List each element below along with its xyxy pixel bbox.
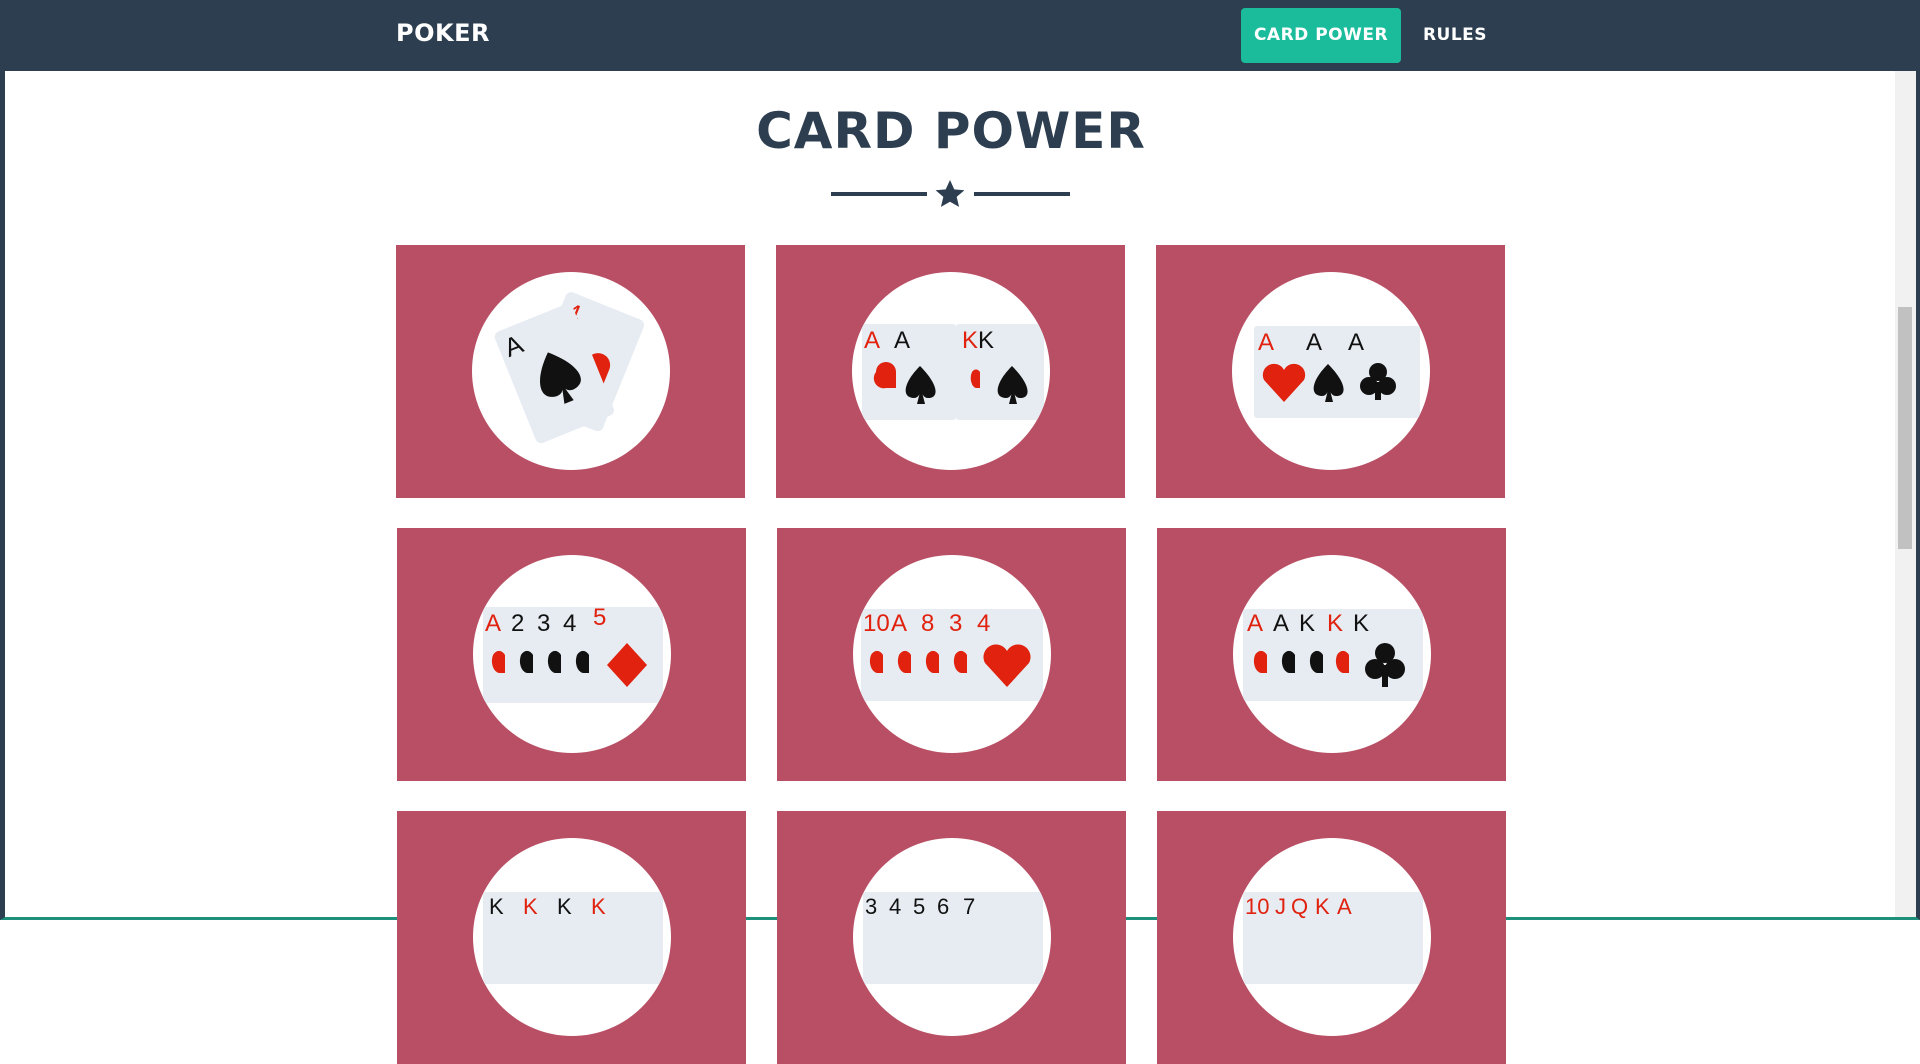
tile-circle: 4 A bbox=[472, 272, 670, 470]
nav-rules[interactable]: RULES bbox=[1413, 8, 1497, 63]
flush-cards-icon: 10 A 8 3 4 bbox=[861, 609, 1043, 701]
card-label: 5 bbox=[593, 604, 606, 631]
card-label: A bbox=[1306, 329, 1322, 356]
card-label: 5 bbox=[913, 894, 925, 919]
card-label: K bbox=[1315, 894, 1330, 919]
card-label: K bbox=[1299, 610, 1315, 637]
card-label: A bbox=[485, 610, 501, 637]
card-label: A bbox=[891, 610, 907, 637]
card-label: 3 bbox=[537, 610, 550, 637]
two-pair-cards-icon: A A K K bbox=[862, 324, 1044, 420]
card-label: K bbox=[591, 894, 606, 919]
card-label: K bbox=[978, 327, 994, 354]
card-label: 4 bbox=[889, 894, 901, 919]
card-label: K bbox=[489, 894, 504, 919]
card-label: A bbox=[1348, 329, 1364, 356]
card-label: J bbox=[1275, 894, 1286, 919]
card-label: K bbox=[523, 894, 538, 919]
tile-straight-flush[interactable]: 3 4 5 6 7 bbox=[777, 811, 1126, 1064]
card-label: A bbox=[1258, 329, 1274, 356]
card-label: A bbox=[1247, 610, 1263, 637]
tile-circle: A A K K bbox=[852, 272, 1050, 470]
card-label: 2 bbox=[511, 610, 524, 637]
divider-line-right bbox=[974, 192, 1070, 196]
card-label: A bbox=[1273, 610, 1289, 637]
card-label: 10 bbox=[1245, 894, 1269, 919]
tile-flush[interactable]: 10 A 8 3 4 bbox=[777, 528, 1126, 781]
tile-four-of-a-kind[interactable]: K K K K bbox=[397, 811, 746, 1064]
card-label: K bbox=[557, 894, 572, 919]
card-label: 4 bbox=[977, 610, 990, 637]
pair-cards-icon: 4 A bbox=[494, 292, 645, 444]
card-label: K bbox=[1353, 610, 1369, 637]
tile-circle: K K K K bbox=[473, 838, 671, 1036]
tile-circle: 10 A 8 3 4 bbox=[853, 555, 1051, 753]
card-label: 3 bbox=[949, 610, 962, 637]
navbar: POKER CARD POWER RULES bbox=[0, 0, 1920, 71]
star-icon bbox=[935, 180, 965, 207]
three-of-a-kind-cards-icon: A A A bbox=[1254, 326, 1420, 418]
card-label: A bbox=[1337, 894, 1352, 919]
tile-circle: A A A bbox=[1232, 272, 1430, 470]
tile-straight[interactable]: A 2 3 4 5 bbox=[397, 528, 746, 781]
tile-two-pair[interactable]: A A K K bbox=[776, 245, 1125, 498]
tile-circle: 3 4 5 6 7 bbox=[853, 838, 1051, 1036]
four-of-a-kind-cards-icon: K K K K bbox=[483, 892, 663, 984]
card-label: 10 bbox=[863, 610, 890, 637]
card-label: K bbox=[1327, 610, 1343, 637]
tile-circle: A A K K K bbox=[1233, 555, 1431, 753]
card-label: K bbox=[962, 327, 978, 354]
section-title: CARD POWER bbox=[756, 102, 1146, 160]
card-label: 8 bbox=[921, 610, 934, 637]
tile-royal-flush[interactable]: 10 J Q K A bbox=[1157, 811, 1506, 1064]
divider-line-left bbox=[831, 192, 927, 196]
tile-circle: A 2 3 4 5 bbox=[473, 555, 671, 753]
card-label: 3 bbox=[865, 894, 877, 919]
straight-cards-icon: A 2 3 4 5 bbox=[483, 604, 663, 703]
card-label: 6 bbox=[937, 894, 949, 919]
nav-card-power[interactable]: CARD POWER bbox=[1241, 8, 1401, 63]
card-label: Q bbox=[1291, 894, 1308, 919]
card-label: A bbox=[864, 327, 880, 354]
tile-three-of-a-kind[interactable]: A A A bbox=[1156, 245, 1505, 498]
tile-circle: 10 J Q K A bbox=[1233, 838, 1431, 1036]
scrollbar-thumb[interactable] bbox=[1898, 307, 1912, 549]
card-label: 4 bbox=[563, 610, 576, 637]
card-label: A bbox=[894, 327, 910, 354]
tile-pair[interactable]: 4 A bbox=[396, 245, 745, 498]
full-house-cards-icon: A A K K K bbox=[1243, 609, 1423, 701]
brand-logo[interactable]: POKER bbox=[396, 19, 490, 47]
straight-flush-cards-icon: 3 4 5 6 7 bbox=[863, 892, 1043, 984]
card-label: 7 bbox=[963, 894, 975, 919]
tile-full-house[interactable]: A A K K K bbox=[1157, 528, 1506, 781]
royal-flush-cards-icon: 10 J Q K A bbox=[1243, 892, 1423, 984]
